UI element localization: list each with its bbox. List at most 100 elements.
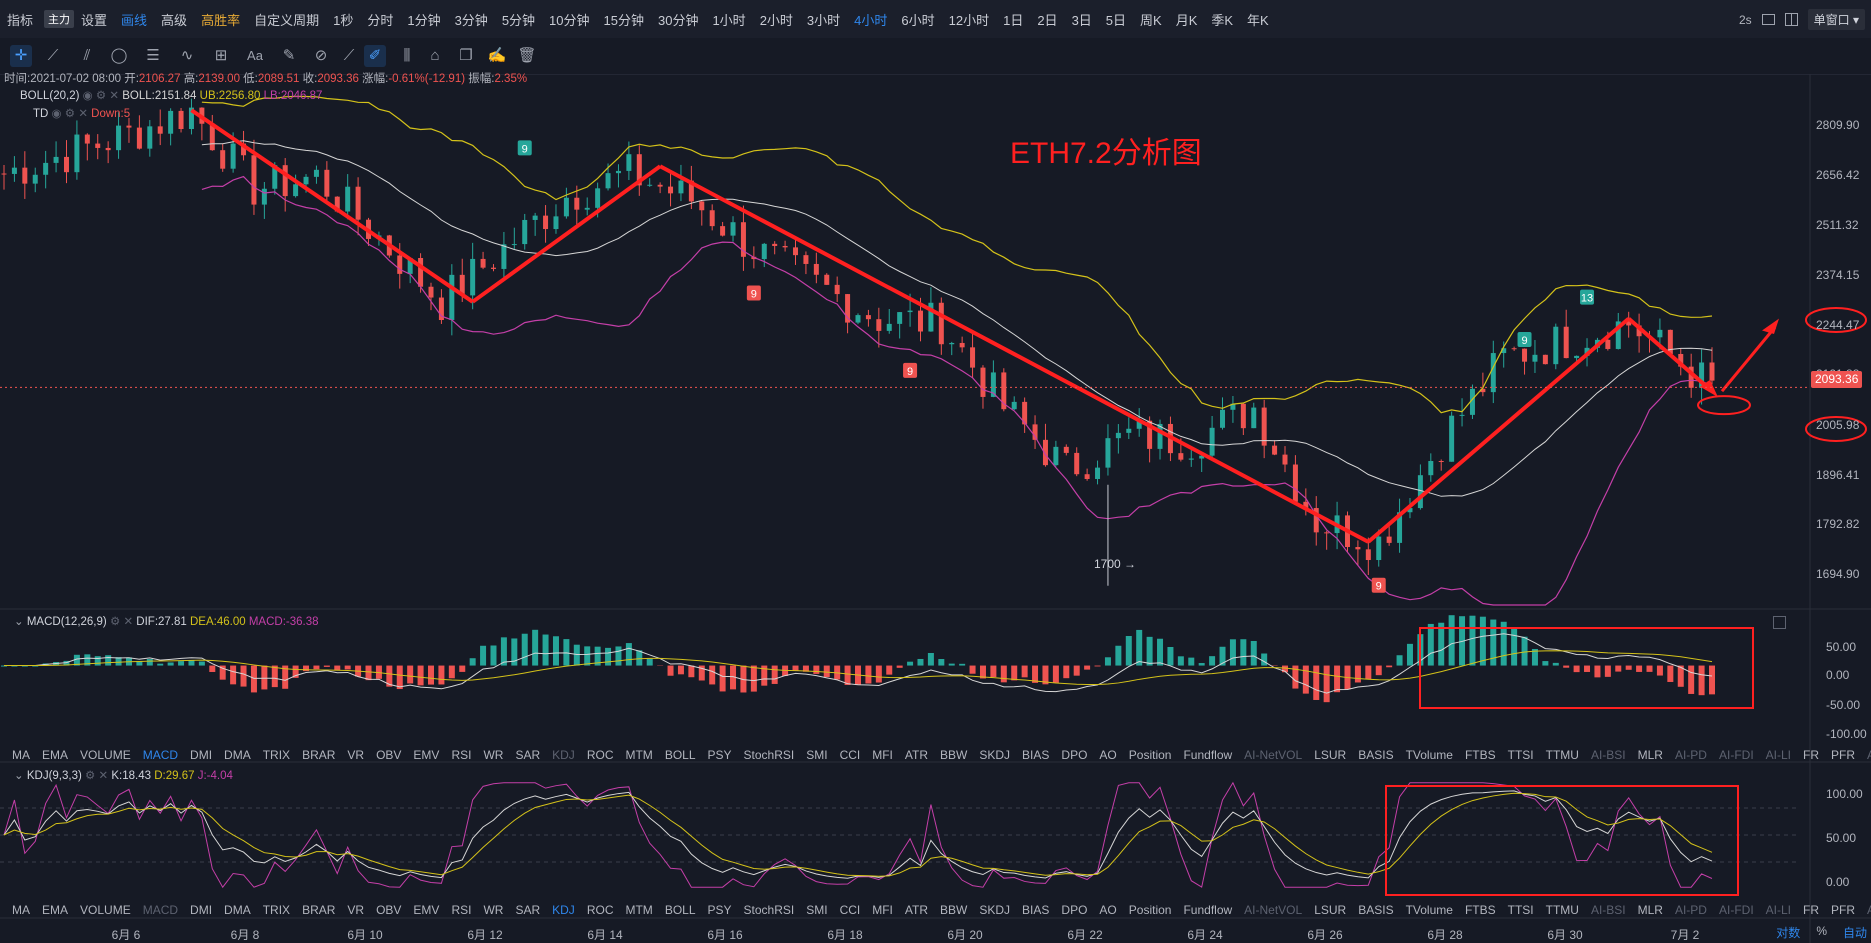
indicator-tab[interactable]: OBV — [376, 748, 401, 762]
indicator-tab[interactable]: CCI — [840, 903, 861, 917]
indicator-tab[interactable]: RSI — [451, 748, 471, 762]
indicator-tab[interactable]: RSI — [451, 903, 471, 917]
indicator-tab[interactable]: AO — [1099, 903, 1116, 917]
indicator-tab[interactable]: ATR — [905, 903, 928, 917]
indicator-tab[interactable]: VOLUME — [80, 748, 131, 762]
indicator-tab[interactable]: MA — [12, 903, 30, 917]
indicator-tab[interactable]: EMA — [42, 748, 68, 762]
indicator-tab[interactable]: KDJ — [552, 903, 575, 917]
indicator-tab[interactable]: MLR — [1638, 903, 1663, 917]
indicator-tab[interactable]: KDJ — [552, 748, 575, 762]
indicator-tab[interactable]: PSY — [708, 748, 732, 762]
indicator-tab[interactable]: AI-BSI — [1591, 748, 1626, 762]
indicator-tab[interactable]: BIAS — [1022, 748, 1049, 762]
indicator-tab[interactable]: AI-LI — [1766, 903, 1791, 917]
indicator-tab[interactable]: TRIX — [263, 748, 290, 762]
indicator-tab[interactable]: MA — [12, 748, 30, 762]
indicator-tab[interactable]: MTM — [625, 903, 652, 917]
collapse-icon[interactable]: ⌄ — [14, 770, 24, 782]
indicator-tab[interactable]: PFR — [1831, 903, 1855, 917]
log-scale-toggle[interactable]: 对数 — [1776, 924, 1800, 941]
indicator-tab[interactable]: TTMU — [1546, 748, 1579, 762]
indicator-tab[interactable]: PSY — [708, 903, 732, 917]
indicator-tab[interactable]: TTMU — [1546, 903, 1579, 917]
indicator-tab[interactable]: Position — [1129, 748, 1172, 762]
indicator-tab[interactable]: TTSI — [1508, 748, 1534, 762]
indicator-tab[interactable]: TTSI — [1508, 903, 1534, 917]
indicator-tab[interactable]: AI-BST — [1867, 903, 1871, 917]
indicator-tab[interactable]: AI-BSI — [1591, 903, 1626, 917]
indicator-tab[interactable]: AO — [1099, 748, 1116, 762]
indicator-tab[interactable]: BBW — [940, 903, 967, 917]
indicator-tab[interactable]: SMI — [806, 748, 827, 762]
collapse-icon[interactable]: ⌄ — [14, 616, 24, 628]
eye-icon[interactable]: ◉ — [83, 90, 93, 102]
close-icon[interactable]: ✕ — [78, 108, 88, 120]
indicator-tab[interactable]: TVolume — [1406, 748, 1453, 762]
macd-name[interactable]: MACD(12,26,9) — [27, 616, 107, 628]
indicator-tab[interactable]: FR — [1803, 903, 1819, 917]
indicator-tab[interactable]: FTBS — [1465, 903, 1496, 917]
indicator-tab[interactable]: DMI — [190, 748, 212, 762]
settings-gear-icon[interactable]: ⚙ — [96, 90, 106, 102]
indicator-tab[interactable]: LSUR — [1314, 903, 1346, 917]
auto-scale-toggle[interactable]: 自动 — [1843, 924, 1867, 941]
indicator-tab[interactable]: SMI — [806, 903, 827, 917]
td-name[interactable]: TD — [33, 108, 48, 120]
indicator-tab[interactable]: SKDJ — [979, 748, 1010, 762]
indicator-tab[interactable]: DMI — [190, 903, 212, 917]
indicator-tab[interactable]: TVolume — [1406, 903, 1453, 917]
indicator-tab[interactable]: BBW — [940, 748, 967, 762]
maximize-pane-icon[interactable] — [1773, 616, 1786, 629]
indicator-tab[interactable]: EMV — [413, 748, 439, 762]
indicator-tab[interactable]: MACD — [143, 903, 178, 917]
indicator-tab[interactable]: FR — [1803, 748, 1819, 762]
indicator-tab[interactable]: AI-PD — [1675, 748, 1707, 762]
chart-canvas[interactable]: 9 9 9 9 9 13 — [0, 0, 1871, 943]
indicator-tab[interactable]: TRIX — [263, 903, 290, 917]
indicator-tab[interactable]: BRAR — [302, 748, 335, 762]
indicator-tab[interactable]: BASIS — [1358, 748, 1393, 762]
indicator-tab[interactable]: WR — [483, 748, 503, 762]
indicator-tab[interactable]: WR — [483, 903, 503, 917]
indicator-tab[interactable]: AI-NetVOL — [1244, 903, 1302, 917]
indicator-tab[interactable]: VR — [347, 748, 364, 762]
indicator-tab[interactable]: DMA — [224, 903, 251, 917]
indicator-tab[interactable]: AI-BST — [1867, 748, 1871, 762]
indicator-tab[interactable]: EMA — [42, 903, 68, 917]
indicator-tab[interactable]: BOLL — [665, 903, 696, 917]
indicator-tab[interactable]: SAR — [515, 748, 540, 762]
indicator-tab[interactable]: BIAS — [1022, 903, 1049, 917]
indicator-tab[interactable]: AI-LI — [1766, 748, 1791, 762]
indicator-tab[interactable]: ROC — [587, 903, 614, 917]
indicator-tab[interactable]: MFI — [872, 748, 893, 762]
indicator-tab[interactable]: MTM — [625, 748, 652, 762]
indicator-tab[interactable]: DMA — [224, 748, 251, 762]
indicator-tab[interactable]: FTBS — [1465, 748, 1496, 762]
indicator-tab[interactable]: StochRSI — [744, 903, 795, 917]
indicator-tab[interactable]: ATR — [905, 748, 928, 762]
boll-name[interactable]: BOLL(20,2) — [20, 90, 79, 102]
indicator-tab[interactable]: Fundflow — [1183, 748, 1232, 762]
settings-gear-icon[interactable]: ⚙ — [65, 108, 75, 120]
indicator-tab[interactable]: Position — [1129, 903, 1172, 917]
indicator-tab[interactable]: VR — [347, 903, 364, 917]
indicator-tab[interactable]: DPO — [1061, 903, 1087, 917]
indicator-tab[interactable]: OBV — [376, 903, 401, 917]
close-icon[interactable]: ✕ — [99, 770, 109, 782]
indicator-tab[interactable]: MLR — [1638, 748, 1663, 762]
kdj-name[interactable]: KDJ(9,3,3) — [27, 770, 82, 782]
indicator-tab[interactable]: AI-NetVOL — [1244, 748, 1302, 762]
settings-gear-icon[interactable]: ⚙ — [85, 770, 95, 782]
indicator-tab[interactable]: AI-FDI — [1719, 903, 1754, 917]
indicator-tab[interactable]: DPO — [1061, 748, 1087, 762]
indicator-tab[interactable]: AI-PD — [1675, 903, 1707, 917]
close-icon[interactable]: ✕ — [109, 90, 119, 102]
indicator-tab[interactable]: EMV — [413, 903, 439, 917]
indicator-tab[interactable]: CCI — [840, 748, 861, 762]
indicator-tab[interactable]: MFI — [872, 903, 893, 917]
indicator-tab[interactable]: LSUR — [1314, 748, 1346, 762]
indicator-tab[interactable]: StochRSI — [744, 748, 795, 762]
indicator-tab[interactable]: BRAR — [302, 903, 335, 917]
indicator-tab[interactable]: ROC — [587, 748, 614, 762]
